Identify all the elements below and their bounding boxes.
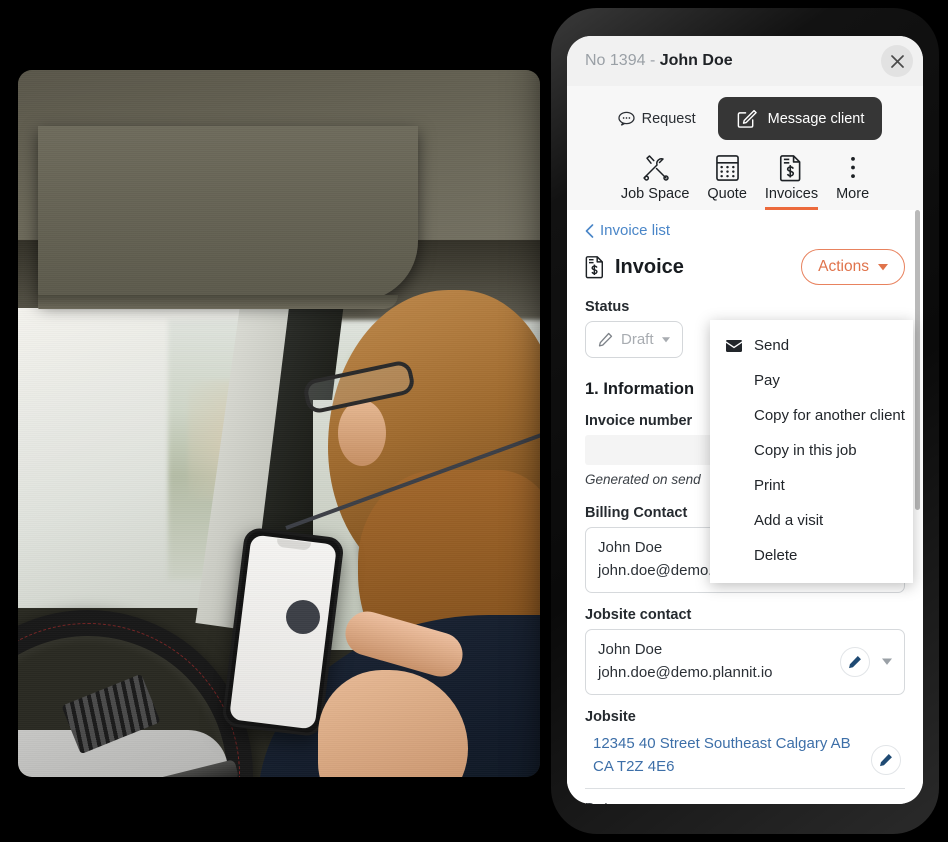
vertical-dots-icon	[844, 152, 862, 182]
pencil-icon[interactable]	[871, 744, 901, 775]
person-ear	[338, 400, 386, 466]
jobsite-address-link[interactable]: 12345 40 Street Southeast Calgary AB CA …	[593, 735, 851, 775]
menu-item-label: Send	[754, 337, 790, 354]
invoice-number-label: No 1394 -	[585, 52, 656, 69]
modal-title: No 1394 - John Doe	[585, 52, 733, 70]
chevron-down-icon	[878, 263, 888, 271]
callout-dot	[286, 600, 320, 634]
page-title: Invoice	[615, 255, 684, 278]
tab-more[interactable]: More	[830, 150, 875, 210]
chat-bubble-icon	[617, 111, 635, 126]
actions-dropdown-menu: Send Pay Copy for another client Copy in…	[710, 320, 913, 583]
chevron-down-icon[interactable]	[882, 658, 892, 666]
phone-screen: No 1394 - John Doe Request Message clien…	[567, 36, 923, 804]
message-client-button[interactable]: Message client	[717, 97, 883, 140]
composition-stage: MG No 1394 - John Doe	[0, 0, 948, 842]
message-client-label: Message client	[767, 110, 865, 127]
calculator-icon	[714, 152, 741, 182]
jobsite-label: Jobsite	[585, 709, 636, 725]
actions-button[interactable]: Actions	[801, 249, 905, 285]
vertical-scrollbar[interactable]	[915, 210, 920, 510]
menu-item-pay[interactable]: Pay	[710, 363, 913, 398]
invoice-dollar-document-icon	[585, 255, 605, 279]
menu-item-label: Copy in this job	[754, 442, 857, 459]
tab-label: Quote	[707, 186, 747, 202]
tab-label: More	[836, 186, 870, 202]
section-tabs: Job Space Quote Invoices More	[567, 148, 923, 210]
menu-item-delete[interactable]: Delete	[710, 538, 913, 573]
menu-item-label: Copy for another client	[754, 407, 905, 424]
client-name: John Doe	[659, 52, 733, 69]
invoice-heading-row: Invoice Actions	[585, 249, 905, 285]
compose-pencil-icon	[736, 108, 757, 129]
menu-item-label: Add a visit	[754, 512, 824, 529]
tab-quote[interactable]: Quote	[701, 150, 753, 210]
menu-item-copy-in-this-job[interactable]: Copy in this job	[710, 433, 913, 468]
modal-header: No 1394 - John Doe	[567, 36, 923, 86]
request-button[interactable]: Request	[608, 103, 706, 135]
pencil-icon	[598, 332, 613, 347]
tab-invoices[interactable]: Invoices	[759, 150, 824, 210]
tab-label: Invoices	[764, 186, 819, 210]
actions-label: Actions	[818, 258, 869, 275]
phone-device-frame: No 1394 - John Doe Request Message clien…	[551, 8, 939, 834]
menu-item-label: Pay	[754, 372, 780, 389]
chevron-down-icon	[661, 336, 670, 343]
chevron-left-icon	[585, 223, 594, 238]
invoice-detail-body: Invoice list Invoice Actions Status Draf…	[567, 210, 923, 804]
breadcrumb-invoice-list[interactable]: Invoice list	[585, 222, 905, 239]
crossed-tools-icon	[640, 152, 670, 182]
menu-item-copy-for-another-client[interactable]: Copy for another client	[710, 398, 913, 433]
tab-job-space[interactable]: Job Space	[615, 150, 696, 210]
client-action-bar: Request Message client	[567, 86, 923, 148]
tab-label: Job Space	[620, 186, 690, 202]
jobsite-contact-field[interactable]: John Doe john.doe@demo.plannit.io	[585, 629, 905, 695]
jobsite-contact-name: John Doe	[598, 641, 663, 658]
jobsite-contact-email: john.doe@demo.plannit.io	[598, 663, 773, 681]
sun-visor-edge	[38, 295, 398, 309]
breadcrumb-label: Invoice list	[600, 222, 671, 239]
envelope-icon	[726, 339, 742, 352]
menu-item-label: Print	[754, 477, 785, 494]
sun-visor	[38, 126, 418, 301]
status-label: Status	[585, 299, 630, 315]
invoice-dollar-document-icon	[778, 152, 804, 182]
car-interior-photo: MG	[18, 70, 540, 777]
pencil-icon[interactable]	[840, 647, 870, 677]
hero-photo-card: MG	[18, 70, 540, 777]
menu-item-send[interactable]: Send	[710, 328, 913, 363]
menu-item-print[interactable]: Print	[710, 468, 913, 503]
status-badge[interactable]: Draft	[585, 321, 683, 358]
menu-item-add-a-visit[interactable]: Add a visit	[710, 503, 913, 538]
request-label: Request	[641, 110, 696, 127]
close-icon[interactable]	[881, 45, 913, 77]
jobsite-contact-label: Jobsite contact	[585, 607, 692, 623]
menu-item-label: Delete	[754, 547, 798, 564]
status-value: Draft	[621, 331, 654, 348]
phone-screen-blank	[228, 534, 338, 730]
jobsite-address-row: 12345 40 Street Southeast Calgary AB CA …	[585, 731, 905, 789]
date-label: Date	[585, 801, 905, 804]
